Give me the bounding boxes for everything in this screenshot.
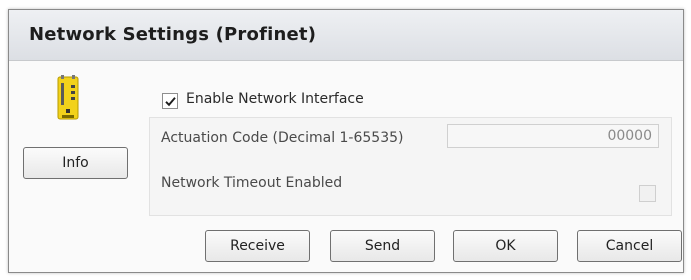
checkmark-icon bbox=[165, 97, 176, 107]
dialog-title: Network Settings (Profinet) bbox=[29, 24, 317, 45]
network-timeout-label: Network Timeout Enabled bbox=[161, 175, 343, 191]
network-settings-dialog: Network Settings (Profinet) Info Enable … bbox=[8, 9, 684, 273]
ok-button[interactable]: OK bbox=[453, 230, 558, 262]
network-timeout-checkbox[interactable] bbox=[639, 185, 656, 202]
dialog-content: Info Enable Network Interface Actuation … bbox=[9, 61, 683, 272]
cancel-button[interactable]: Cancel bbox=[577, 230, 682, 262]
profinet-device-icon bbox=[57, 75, 79, 120]
send-button[interactable]: Send bbox=[330, 230, 435, 262]
enable-network-checkbox[interactable] bbox=[162, 93, 178, 109]
dialog-titlebar: Network Settings (Profinet) bbox=[9, 10, 683, 61]
actuation-code-label: Actuation Code (Decimal 1-65535) bbox=[161, 130, 404, 146]
actuation-code-input[interactable]: 00000 bbox=[447, 124, 659, 148]
receive-button[interactable]: Receive bbox=[205, 230, 310, 262]
enable-network-label: Enable Network Interface bbox=[186, 91, 364, 107]
info-button[interactable]: Info bbox=[23, 147, 128, 179]
